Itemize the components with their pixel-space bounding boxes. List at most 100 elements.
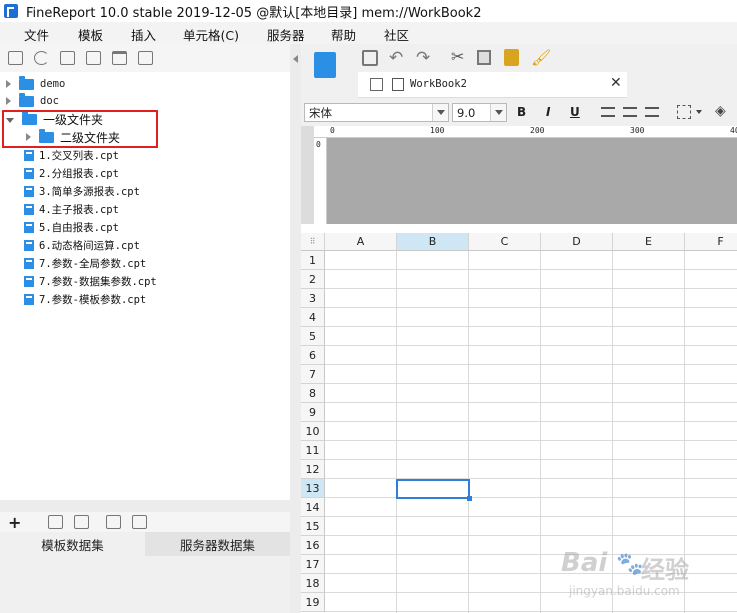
preview-icon[interactable] [106,515,121,529]
grid-row[interactable] [325,517,737,536]
grid-row[interactable] [325,270,737,289]
cut-icon[interactable]: ✂ [451,47,464,66]
column-header[interactable]: A [325,233,397,251]
row-header[interactable]: 19 [301,593,325,612]
grid-row[interactable] [325,327,737,346]
row-header[interactable]: 3 [301,289,325,308]
column-header[interactable]: C [469,233,541,251]
grid-row[interactable] [325,365,737,384]
fill-color-icon[interactable]: ◈ [715,103,726,119]
paste-icon[interactable] [504,49,519,66]
fill-handle[interactable] [467,496,472,501]
tree-folder-demo[interactable]: demo [6,75,65,93]
grid-row[interactable] [325,251,737,270]
column-header[interactable]: F [685,233,737,251]
format-painter-icon[interactable]: 🖌 [531,48,551,67]
row-header[interactable]: 5 [301,327,325,346]
menu-server[interactable]: 服务器 [267,25,305,44]
edit-icon[interactable] [48,515,63,529]
row-header[interactable]: 13 [301,479,325,498]
tree-folder-doc[interactable]: doc [6,92,59,110]
chevron-down-icon[interactable] [432,104,448,121]
tree-file[interactable]: 5.自由报表.cpt [24,218,119,236]
row-header[interactable]: 6 [301,346,325,365]
border-icon[interactable] [677,105,691,119]
grid-row[interactable] [325,346,737,365]
align-left-icon[interactable] [601,107,615,117]
font-family-select[interactable]: 宋体 [304,103,449,122]
expand-arrow-icon[interactable] [6,80,11,88]
undo-icon[interactable]: ↶ [389,48,403,68]
copy-icon[interactable] [477,50,491,65]
grid-row[interactable] [325,422,737,441]
row-header[interactable]: 12 [301,460,325,479]
font-size-select[interactable]: 9.0 [452,103,507,122]
redo-icon[interactable]: ↷ [416,48,430,68]
row-header[interactable]: 9 [301,403,325,422]
menu-community[interactable]: 社区 [384,25,409,44]
align-right-icon[interactable] [645,107,659,117]
row-header[interactable]: 11 [301,441,325,460]
chevron-down-icon[interactable] [490,104,506,121]
column-header[interactable]: B [397,233,469,251]
refresh-icon[interactable] [34,51,49,65]
row-header[interactable]: 14 [301,498,325,517]
row-header[interactable]: 8 [301,384,325,403]
column-header[interactable]: D [541,233,613,251]
row-header[interactable]: 17 [301,555,325,574]
menu-file[interactable]: 文件 [24,25,49,44]
grid-row[interactable] [325,479,737,498]
grid-row[interactable] [325,308,737,327]
grid-row[interactable] [325,289,737,308]
row-header[interactable]: 15 [301,517,325,536]
delete-icon[interactable] [112,51,127,65]
dataset-icon[interactable] [132,515,147,529]
column-header[interactable]: E [613,233,685,251]
design-canvas[interactable] [327,138,737,224]
underline-button[interactable]: U [570,105,580,119]
settings-icon[interactable] [86,51,101,65]
chevron-down-icon[interactable] [696,110,702,114]
menu-template[interactable]: 模板 [78,25,103,44]
align-center-icon[interactable] [623,107,637,117]
panel-divider[interactable] [0,500,290,512]
copy-icon[interactable] [138,51,153,65]
row-header[interactable]: 4 [301,308,325,327]
italic-button[interactable]: I [546,105,550,119]
grid-row[interactable] [325,384,737,403]
menu-insert[interactable]: 插入 [131,25,156,44]
row-header[interactable]: 7 [301,365,325,384]
grid-row[interactable] [325,498,737,517]
bold-button[interactable]: B [517,105,526,119]
row-header[interactable]: 10 [301,422,325,441]
row-header[interactable]: 18 [301,574,325,593]
save-icon[interactable] [362,50,378,66]
tree-file[interactable]: 7.参数-模板参数.cpt [24,290,146,308]
tree-file[interactable]: 2.分组报表.cpt [24,164,119,182]
tree-file[interactable]: 7.参数-全局参数.cpt [24,254,146,272]
row-header[interactable]: 16 [301,536,325,555]
menu-help[interactable]: 帮助 [331,25,356,44]
tab-server-dataset[interactable]: 服务器数据集 [145,532,290,556]
row-header[interactable]: 2 [301,270,325,289]
tree-file[interactable]: 6.动态格间运算.cpt [24,236,140,254]
select-all-corner[interactable]: ⠿ [301,233,325,251]
grid-row[interactable] [325,460,737,479]
new-folder-icon[interactable] [8,51,23,65]
tab-workbook2[interactable]: WorkBook2 [410,78,467,90]
row-header[interactable]: 1 [301,251,325,270]
tree-file[interactable]: 3.简单多源报表.cpt [24,182,140,200]
panel-splitter[interactable] [290,44,301,613]
menu-cell[interactable]: 单元格(C) [183,25,239,44]
tree-file[interactable]: 4.主子报表.cpt [24,200,119,218]
delete-icon[interactable] [74,515,89,529]
close-tab-icon[interactable]: ✕ [610,75,622,91]
tab-template-dataset[interactable]: 模板数据集 [0,532,145,556]
collapse-left-icon[interactable] [293,55,298,63]
tree-file[interactable]: 7.参数-数据集参数.cpt [24,272,157,290]
cell-element-icon[interactable] [370,78,383,91]
expand-arrow-icon[interactable] [6,97,11,105]
file-info-icon[interactable] [60,51,75,65]
tree-file[interactable]: 1.交叉列表.cpt [24,146,119,164]
selected-cell[interactable] [396,479,470,499]
